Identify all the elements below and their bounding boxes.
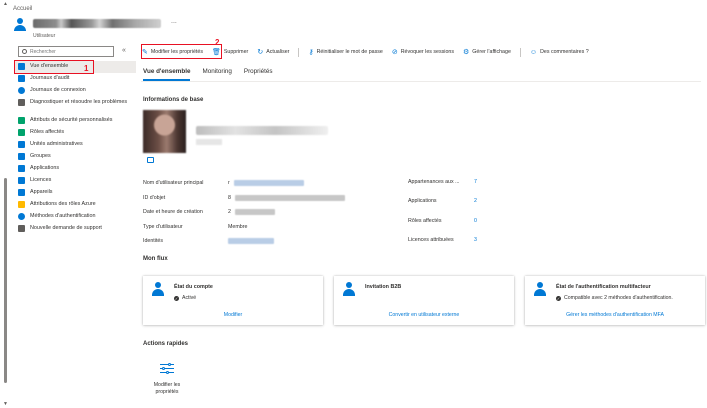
toolbar-divider — [519, 47, 521, 57]
annotation-number-2: 2 — [215, 38, 220, 47]
sign-in-log-icon — [18, 87, 25, 94]
edit-account-link[interactable]: Modifier — [143, 312, 323, 318]
key-icon — [18, 201, 25, 208]
sidebar-item-diagnose[interactable]: Diagnostiquer et résoudre les problèmes — [14, 97, 136, 115]
property-row: Identités — [143, 234, 345, 249]
stat-row: Rôles affectés 0 — [408, 217, 477, 224]
page-title-redacted — [33, 19, 161, 28]
search-input[interactable] — [30, 48, 110, 55]
stat-row: Licences attribuées 3 — [408, 237, 477, 244]
stat-row: Appartenances aux ... 7 — [408, 178, 477, 185]
user-photo — [143, 110, 186, 153]
feedback-button[interactable]: ☺ Des commentaires ? — [530, 49, 589, 56]
refresh-icon: ↻ — [257, 49, 264, 56]
sidebar-item-audit-logs[interactable]: Journaux d'audit — [14, 73, 136, 85]
audit-log-icon — [18, 75, 25, 82]
scroll-up-icon[interactable]: ▲ — [3, 1, 8, 7]
quick-edit-properties-label[interactable]: Modifier les propriétés — [144, 382, 190, 396]
tab-divider — [141, 81, 701, 82]
sidebar-item-azure-roles[interactable]: Attributions des rôles Azure — [14, 199, 136, 211]
scrollbar-thumb[interactable] — [4, 178, 7, 383]
search-icon — [22, 49, 27, 54]
sidebar-item-support[interactable]: Nouvelle demande de support — [14, 223, 136, 235]
account-status-card: État du compte ✓ Activé Modifier — [143, 276, 323, 325]
user-email-redacted — [196, 139, 222, 145]
annotation-box-1 — [14, 60, 94, 74]
redacted-value[interactable] — [228, 238, 274, 245]
gear-icon: ⚙ — [463, 49, 470, 56]
sidebar-item-auth-methods[interactable]: Méthodes d'authentification — [14, 211, 136, 223]
b2b-invitation-card: Invitation B2B Convertir en utilisateur … — [334, 276, 514, 325]
my-feed-title: Mon flux — [143, 256, 168, 262]
page-subtitle: Utilisateur — [33, 33, 56, 39]
sidebar-item-licenses[interactable]: Licences — [14, 175, 136, 187]
collapse-sidebar-button[interactable]: « — [122, 47, 126, 54]
support-icon — [18, 225, 25, 232]
user-icon — [151, 282, 165, 296]
stats-list: Appartenances aux ... 7 Applications 2 Rôl… — [408, 172, 477, 250]
property-row: ID d'objet 8 — [143, 191, 345, 206]
mfa-status-card: État de l'authentification multifacteur … — [525, 276, 705, 325]
page-scrollbar[interactable]: ▲ ▼ — [2, 0, 8, 408]
basic-info-title: Informations de base — [143, 97, 204, 103]
toolbar-divider — [298, 47, 300, 57]
revoke-sessions-button[interactable]: ⊘ Révoquer les sessions — [392, 48, 454, 56]
breadcrumb[interactable]: Accueil — [13, 6, 32, 12]
property-row: Nom d'utilisateur principal r — [143, 176, 345, 191]
sidebar-item-applications[interactable]: Applications — [14, 163, 136, 175]
reset-password-button[interactable]: ⚷ Réinitialiser le mot de passe — [308, 48, 382, 56]
tab-bar: Vue d'ensemble Monitoring Propriétés — [143, 68, 285, 81]
user-icon — [533, 282, 547, 296]
feed-cards: État du compte ✓ Activé Modifier Invitati… — [143, 276, 707, 325]
attributes-icon — [18, 117, 25, 124]
property-row: Type d'utilisateur Membre — [143, 223, 248, 230]
feedback-icon: ☺ — [529, 48, 538, 56]
sidebar-item-devices[interactable]: Appareils — [14, 187, 136, 199]
redacted-value — [233, 180, 304, 187]
quick-actions-title: Actions rapides — [143, 341, 189, 347]
convert-external-user-link[interactable]: Convertir en utilisateur externe — [334, 312, 514, 318]
sidebar-item-assigned-roles[interactable]: Rôles affectés — [14, 127, 136, 139]
manage-view-button[interactable]: ⚙ Gérer l'affichage — [463, 48, 511, 56]
properties-list: Nom d'utilisateur principal r ID d'objet 8… — [143, 176, 345, 249]
annotation-box-2 — [141, 44, 222, 59]
block-icon: ⊘ — [391, 49, 398, 56]
tab-properties[interactable]: Propriétés — [244, 68, 273, 81]
applications-icon — [18, 165, 25, 172]
devices-icon — [18, 189, 25, 196]
groups-icon — [18, 153, 25, 160]
more-options-button[interactable]: ... — [171, 18, 177, 25]
sidebar-item-groups[interactable]: Groupes — [14, 151, 136, 163]
wrench-icon — [18, 99, 25, 106]
refresh-button[interactable]: ↻ Actualiser — [257, 48, 289, 56]
redacted-value — [234, 209, 275, 216]
scroll-down-icon[interactable]: ▼ — [3, 401, 8, 407]
sidebar-item-admin-units[interactable]: Unités administratives — [14, 139, 136, 151]
admin-units-icon — [18, 141, 25, 148]
user-name-redacted — [196, 126, 328, 135]
tab-overview[interactable]: Vue d'ensemble — [143, 68, 191, 81]
auth-methods-icon — [18, 213, 25, 220]
licenses-icon — [18, 177, 25, 184]
sidebar: Vue d'ensemble Journaux d'audit Journaux… — [14, 61, 136, 235]
page-header: ... — [13, 17, 177, 31]
roles-icon — [18, 129, 25, 136]
sliders-icon[interactable] — [160, 362, 174, 374]
check-icon: ✓ — [174, 295, 179, 301]
sidebar-item-sign-in-logs[interactable]: Journaux de connexion — [14, 85, 136, 97]
redacted-value — [234, 194, 345, 201]
user-icon — [342, 282, 356, 296]
camera-icon[interactable] — [147, 157, 154, 163]
sidebar-item-security-attributes[interactable]: Attributs de sécurité personnalisés — [14, 115, 136, 127]
manage-mfa-link[interactable]: Gérer les méthodes d'authentification MF… — [525, 312, 705, 318]
tab-monitoring[interactable]: Monitoring — [202, 68, 231, 81]
annotation-number-1: 1 — [84, 64, 89, 73]
stat-row: Applications 2 — [408, 198, 477, 205]
search-box[interactable] — [18, 46, 114, 57]
check-icon: ✓ — [556, 295, 561, 301]
property-row: Date et heure de création 2 — [143, 205, 345, 220]
key-icon: ⚷ — [308, 49, 314, 56]
user-icon — [13, 17, 27, 31]
